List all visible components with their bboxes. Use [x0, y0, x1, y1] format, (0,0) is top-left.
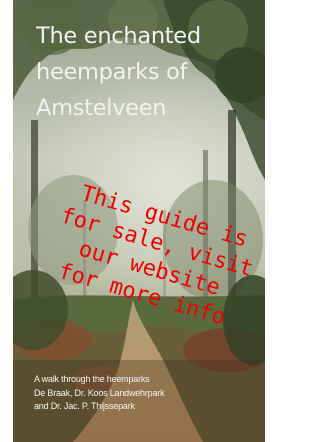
book-subtitle: A walk through the heemparks De Braak, D… [34, 373, 259, 414]
book-subtitle-line: A walk through the heemparks [34, 374, 150, 384]
book-subtitle-line: De Braak, Dr. Koos Landwehrpark [34, 387, 165, 398]
book-title: The enchanted heemparks of Amstelveen [36, 18, 256, 126]
book-subtitle-line: and Dr. Jac. P. Thijssepark [34, 401, 135, 411]
page: The enchanted heemparks of Amstelveen A … [0, 0, 275, 442]
book-title-line: Amstelveen [36, 95, 167, 121]
book-title-line: The enchanted [36, 23, 201, 49]
book-title-line: heemparks of [36, 59, 188, 85]
